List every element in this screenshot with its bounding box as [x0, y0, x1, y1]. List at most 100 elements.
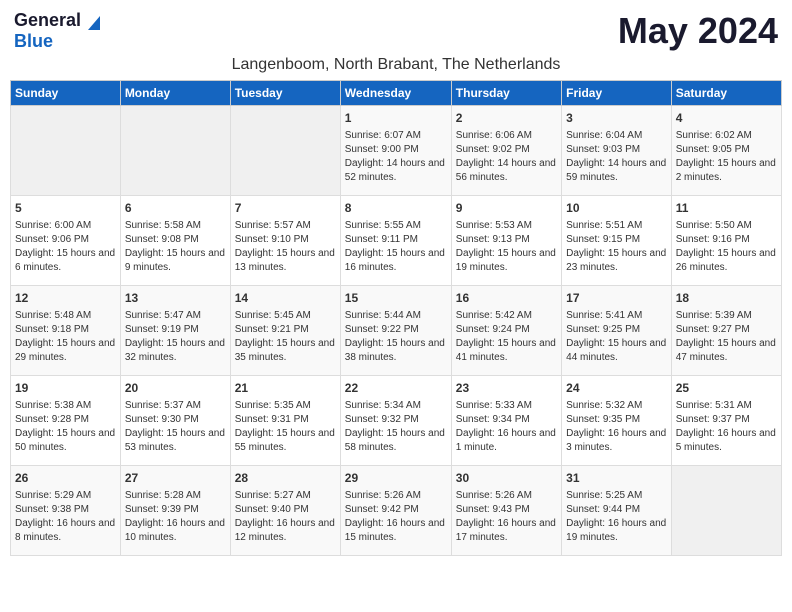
day-info: Sunrise: 5:38 AM Sunset: 9:28 PM Dayligh… [15, 399, 116, 455]
day-info: Sunrise: 6:00 AM Sunset: 9:06 PM Dayligh… [15, 219, 116, 275]
day-info: Sunrise: 5:58 AM Sunset: 9:08 PM Dayligh… [125, 219, 226, 275]
calendar-cell: 7 Sunrise: 5:57 AM Sunset: 9:10 PM Daylig… [230, 196, 340, 286]
day-number: 22 [345, 380, 447, 397]
day-info: Sunrise: 5:50 AM Sunset: 9:16 PM Dayligh… [676, 219, 777, 275]
calendar-cell: 27 Sunrise: 5:28 AM Sunset: 9:39 PM Dayli… [120, 466, 230, 556]
day-number: 20 [125, 380, 226, 397]
day-number: 12 [15, 290, 116, 307]
day-number: 25 [676, 380, 777, 397]
calendar-cell: 2 Sunrise: 6:06 AM Sunset: 9:02 PM Daylig… [451, 106, 561, 196]
calendar-cell: 17Sunrise: 5:41 AM Sunset: 9:25 PM Dayli… [562, 286, 672, 376]
day-number: 4 [676, 110, 777, 127]
logo-icon [82, 12, 100, 30]
day-info: Sunrise: 5:26 AM Sunset: 9:43 PM Dayligh… [456, 489, 557, 545]
calendar-cell: 16 Sunrise: 5:42 AM Sunset: 9:24 PM Dayli… [451, 286, 561, 376]
weekday-header-tuesday: Tuesday [230, 81, 340, 106]
calendar-cell: 18 Sunrise: 5:39 AM Sunset: 9:27 PM Dayli… [671, 286, 781, 376]
calendar-header-row: SundayMondayTuesdayWednesdayThursdayFrid… [11, 81, 782, 106]
day-info: Sunrise: 5:44 AM Sunset: 9:22 PM Dayligh… [345, 309, 447, 365]
calendar-cell [120, 106, 230, 196]
day-number: 19 [15, 380, 116, 397]
day-number: 3 [566, 110, 667, 127]
day-info: Sunrise: 6:07 AM Sunset: 9:00 PM Dayligh… [345, 129, 447, 185]
day-number: 8 [345, 200, 447, 217]
weekday-header-wednesday: Wednesday [340, 81, 451, 106]
day-info: Sunrise: 5:45 AM Sunset: 9:21 PM Dayligh… [235, 309, 336, 365]
logo: General Blue [14, 10, 100, 52]
calendar-cell [671, 466, 781, 556]
day-info: Sunrise: 5:39 AM Sunset: 9:27 PM Dayligh… [676, 309, 777, 365]
location-subtitle: Langenboom, North Brabant, The Netherlan… [10, 56, 782, 74]
day-number: 9 [456, 200, 557, 217]
day-info: Sunrise: 5:53 AM Sunset: 9:13 PM Dayligh… [456, 219, 557, 275]
calendar-cell: 22Sunrise: 5:34 AM Sunset: 9:32 PM Dayli… [340, 376, 451, 466]
day-info: Sunrise: 5:57 AM Sunset: 9:10 PM Dayligh… [235, 219, 336, 275]
day-info: Sunrise: 5:29 AM Sunset: 9:38 PM Dayligh… [15, 489, 116, 545]
day-number: 21 [235, 380, 336, 397]
calendar-week-row: 26 Sunrise: 5:29 AM Sunset: 9:38 PM Dayli… [11, 466, 782, 556]
day-info: Sunrise: 5:37 AM Sunset: 9:30 PM Dayligh… [125, 399, 226, 455]
day-number: 27 [125, 470, 226, 487]
day-info: Sunrise: 5:41 AM Sunset: 9:25 PM Dayligh… [566, 309, 667, 365]
weekday-header-sunday: Sunday [11, 81, 121, 106]
day-number: 10 [566, 200, 667, 217]
calendar-cell: 6Sunrise: 5:58 AM Sunset: 9:08 PM Daylig… [120, 196, 230, 286]
day-number: 15 [345, 290, 447, 307]
day-info: Sunrise: 5:32 AM Sunset: 9:35 PM Dayligh… [566, 399, 667, 455]
day-number: 11 [676, 200, 777, 217]
day-number: 2 [456, 110, 557, 127]
calendar-cell: 15 Sunrise: 5:44 AM Sunset: 9:22 PM Dayli… [340, 286, 451, 376]
calendar-cell: 3Sunrise: 6:04 AM Sunset: 9:03 PM Daylig… [562, 106, 672, 196]
day-number: 28 [235, 470, 336, 487]
calendar-cell: 5Sunrise: 6:00 AM Sunset: 9:06 PM Daylig… [11, 196, 121, 286]
calendar-cell: 25 Sunrise: 5:31 AM Sunset: 9:37 PM Dayli… [671, 376, 781, 466]
calendar-cell: 10 Sunrise: 5:51 AM Sunset: 9:15 PM Dayli… [562, 196, 672, 286]
calendar-week-row: 5Sunrise: 6:00 AM Sunset: 9:06 PM Daylig… [11, 196, 782, 286]
day-number: 7 [235, 200, 336, 217]
logo-general-text: General [14, 10, 81, 31]
calendar-cell: 14Sunrise: 5:45 AM Sunset: 9:21 PM Dayli… [230, 286, 340, 376]
weekday-header-friday: Friday [562, 81, 672, 106]
day-number: 18 [676, 290, 777, 307]
calendar-cell: 4Sunrise: 6:02 AM Sunset: 9:05 PM Daylig… [671, 106, 781, 196]
weekday-header-thursday: Thursday [451, 81, 561, 106]
calendar-cell: 31Sunrise: 5:25 AM Sunset: 9:44 PM Dayli… [562, 466, 672, 556]
calendar-cell: 11 Sunrise: 5:50 AM Sunset: 9:16 PM Dayli… [671, 196, 781, 286]
calendar-cell: 1Sunrise: 6:07 AM Sunset: 9:00 PM Daylig… [340, 106, 451, 196]
calendar-cell: 28 Sunrise: 5:27 AM Sunset: 9:40 PM Dayli… [230, 466, 340, 556]
calendar-cell: 26 Sunrise: 5:29 AM Sunset: 9:38 PM Dayli… [11, 466, 121, 556]
calendar-cell: 30 Sunrise: 5:26 AM Sunset: 9:43 PM Dayli… [451, 466, 561, 556]
weekday-header-saturday: Saturday [671, 81, 781, 106]
day-number: 26 [15, 470, 116, 487]
day-number: 23 [456, 380, 557, 397]
calendar-cell: 20 Sunrise: 5:37 AM Sunset: 9:30 PM Dayli… [120, 376, 230, 466]
day-info: Sunrise: 5:31 AM Sunset: 9:37 PM Dayligh… [676, 399, 777, 455]
day-info: Sunrise: 5:28 AM Sunset: 9:39 PM Dayligh… [125, 489, 226, 545]
calendar-week-row: 19 Sunrise: 5:38 AM Sunset: 9:28 PM Dayli… [11, 376, 782, 466]
calendar-cell [230, 106, 340, 196]
day-info: Sunrise: 5:51 AM Sunset: 9:15 PM Dayligh… [566, 219, 667, 275]
day-info: Sunrise: 5:47 AM Sunset: 9:19 PM Dayligh… [125, 309, 226, 365]
day-info: Sunrise: 5:35 AM Sunset: 9:31 PM Dayligh… [235, 399, 336, 455]
day-info: Sunrise: 5:27 AM Sunset: 9:40 PM Dayligh… [235, 489, 336, 545]
calendar-cell: 23 Sunrise: 5:33 AM Sunset: 9:34 PM Dayli… [451, 376, 561, 466]
day-info: Sunrise: 5:33 AM Sunset: 9:34 PM Dayligh… [456, 399, 557, 455]
month-title: May 2024 [100, 10, 778, 52]
page-header: General Blue May 2024 [10, 10, 782, 52]
day-info: Sunrise: 6:06 AM Sunset: 9:02 PM Dayligh… [456, 129, 557, 185]
day-number: 16 [456, 290, 557, 307]
weekday-header-monday: Monday [120, 81, 230, 106]
day-info: Sunrise: 5:26 AM Sunset: 9:42 PM Dayligh… [345, 489, 447, 545]
calendar-cell: 13 Sunrise: 5:47 AM Sunset: 9:19 PM Dayli… [120, 286, 230, 376]
calendar-table: SundayMondayTuesdayWednesdayThursdayFrid… [10, 80, 782, 556]
day-number: 30 [456, 470, 557, 487]
day-number: 24 [566, 380, 667, 397]
day-info: Sunrise: 5:42 AM Sunset: 9:24 PM Dayligh… [456, 309, 557, 365]
day-info: Sunrise: 5:25 AM Sunset: 9:44 PM Dayligh… [566, 489, 667, 545]
calendar-cell: 12Sunrise: 5:48 AM Sunset: 9:18 PM Dayli… [11, 286, 121, 376]
day-info: Sunrise: 5:55 AM Sunset: 9:11 PM Dayligh… [345, 219, 447, 275]
day-number: 13 [125, 290, 226, 307]
calendar-cell: 21 Sunrise: 5:35 AM Sunset: 9:31 PM Dayli… [230, 376, 340, 466]
calendar-cell [11, 106, 121, 196]
calendar-cell: 8 Sunrise: 5:55 AM Sunset: 9:11 PM Daylig… [340, 196, 451, 286]
